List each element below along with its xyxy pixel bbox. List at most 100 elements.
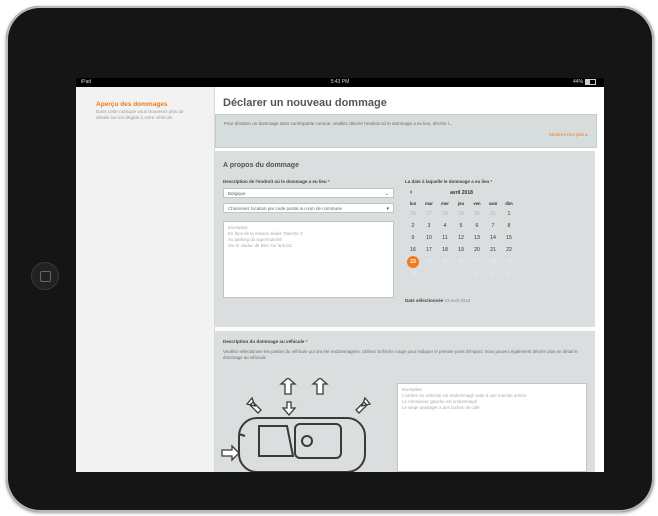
calendar-month: avril 2018	[450, 190, 473, 196]
arrow-up-icon[interactable]	[279, 378, 297, 395]
required-marker: *	[327, 179, 330, 184]
calendar-day[interactable]: 3	[453, 268, 469, 280]
car-body[interactable]	[238, 417, 366, 472]
arrow-right-icon[interactable]	[221, 444, 240, 462]
calendar-day[interactable]: 27	[469, 256, 485, 268]
calendar-day[interactable]: 31	[485, 208, 501, 220]
calendar-day[interactable]: 27	[421, 208, 437, 220]
calendar-day[interactable]: 14	[485, 232, 501, 244]
sidebar-description: Dans cette rubrique vous trouverez plus …	[96, 109, 184, 120]
chevron-down-icon: ⌄	[384, 191, 389, 197]
screen: iPad 5:43 PM 44% Aperçu des dommages Dan…	[76, 78, 604, 472]
calendar-day[interactable]: 13	[469, 232, 485, 244]
calendar-day[interactable]: 4	[469, 268, 485, 280]
calendar-day[interactable]: 29	[501, 256, 517, 268]
calendar-day-selected[interactable]: 23	[405, 256, 421, 268]
show-more-link[interactable]: Montrez-moi plus ▸	[549, 132, 588, 138]
locality-select[interactable]: Choisissez location par code postal ou n…	[223, 203, 394, 213]
calendar-day[interactable]: 12	[453, 232, 469, 244]
calendar-day[interactable]: 28	[437, 208, 453, 220]
calendar-weekday: mer	[441, 201, 449, 206]
calendar-day[interactable]: 4	[437, 220, 453, 232]
selected-day-marker: 23	[407, 256, 419, 268]
car-windshield[interactable]	[258, 425, 295, 457]
vehicle-damage-label: Description du dommage au véhicule *	[223, 339, 308, 344]
calendar-weekday: ven	[473, 201, 481, 206]
intro-panel: Pour déclarer un dommage sans contrepart…	[215, 114, 597, 148]
required-marker: *	[490, 179, 493, 184]
home-button[interactable]	[31, 262, 59, 290]
calendar-day[interactable]: 17	[421, 244, 437, 256]
calendar-week: 23 24 25 26 27 28 29	[405, 256, 518, 268]
calendar-week: 9 10 11 12 13 14 15	[405, 232, 518, 244]
battery-icon	[585, 78, 596, 85]
damage-about-section: A propos du dommage Description de l'end…	[215, 151, 595, 327]
calendar-day[interactable]: 30	[469, 208, 485, 220]
date-label: La date à laquelle le dommage a eu lieu …	[405, 179, 492, 184]
calendar-day[interactable]: 1	[421, 268, 437, 280]
calendar-day[interactable]: 1	[501, 208, 517, 220]
status-time: 5:43 PM	[330, 79, 350, 85]
calendar-weekday: dim	[505, 201, 513, 206]
calendar-day[interactable]: 18	[437, 244, 453, 256]
calendar-day[interactable]: 7	[485, 220, 501, 232]
country-select[interactable]: Belgique ⌄	[223, 188, 394, 198]
calendar-day[interactable]: 2	[405, 220, 421, 232]
battery-status: 44%	[573, 78, 596, 87]
calendar: ‹ avril 2018 lun mar mer jeu ven sam dim 26 27 28…	[405, 188, 518, 293]
sidebar: Aperçu des dommages Dans cette rubrique …	[76, 87, 215, 472]
car-wheel-mark	[301, 435, 313, 447]
location-textarea[interactable]: Exemples: En face de la maison située 'M…	[223, 221, 394, 298]
calendar-day[interactable]: 25	[437, 256, 453, 268]
calendar-day[interactable]: 2	[437, 268, 453, 280]
selected-date: Date sélectionnée 23 avril 2018	[405, 298, 470, 303]
calendar-weekday: mar	[425, 201, 433, 206]
calendar-day[interactable]: 6	[469, 220, 485, 232]
calendar-day[interactable]: 29	[453, 208, 469, 220]
section-title: A propos du dommage	[223, 162, 299, 169]
arrow-up-icon[interactable]	[311, 378, 329, 395]
calendar-day[interactable]: 5	[485, 268, 501, 280]
country-value: Belgique	[228, 191, 246, 196]
calendar-nav: ‹ avril 2018	[405, 188, 518, 198]
battery-percent: 44%	[572, 79, 583, 85]
vehicle-damage-textarea[interactable]: Exemples: L'arrière du véhicule est endo…	[397, 383, 587, 472]
selected-date-label: Date sélectionnée	[405, 298, 444, 303]
locality-value: Choisissez location par code postal ou n…	[228, 206, 343, 211]
calendar-day[interactable]: 22	[501, 244, 517, 256]
calendar-day[interactable]: 11	[437, 232, 453, 244]
calendar-day[interactable]: 3	[421, 220, 437, 232]
calendar-day[interactable]: 24	[421, 256, 437, 268]
calendar-day[interactable]: 16	[405, 244, 421, 256]
calendar-day[interactable]: 20	[469, 244, 485, 256]
arrow-down-icon[interactable]	[281, 401, 297, 416]
calendar-day[interactable]: 19	[453, 244, 469, 256]
intro-text: Pour déclarer un dommage sans contrepart…	[224, 121, 453, 126]
calendar-day[interactable]: 30	[405, 268, 421, 280]
calendar-day[interactable]: 10	[421, 232, 437, 244]
calendar-day[interactable]: 26	[453, 256, 469, 268]
calendar-day[interactable]: 5	[453, 220, 469, 232]
main-content: Déclarer un nouveau dommage Pour déclare…	[215, 87, 604, 472]
selected-date-value: 23 avril 2018	[444, 298, 471, 303]
date-label-text: La date à laquelle le dommage a eu lieu	[405, 179, 490, 184]
vehicle-damage-label-text: Description du dommage au véhicule	[223, 339, 305, 344]
page-title: Déclarer un nouveau dommage	[223, 97, 387, 109]
arrow-diagonal-icon[interactable]	[245, 396, 262, 414]
calendar-week: 26 27 28 29 30 31 1	[405, 208, 518, 220]
ipad-frame: iPad 5:43 PM 44% Aperçu des dommages Dan…	[6, 6, 654, 512]
car-diagram[interactable]	[215, 378, 375, 472]
calendar-day[interactable]: 8	[501, 220, 517, 232]
calendar-day[interactable]: 21	[485, 244, 501, 256]
arrow-diagonal-icon[interactable]	[355, 396, 372, 414]
sidebar-title[interactable]: Aperçu des dommages	[96, 101, 168, 108]
calendar-weekday: sam	[488, 201, 498, 206]
calendar-weekday-row: lun mar mer jeu ven sam dim	[405, 199, 518, 208]
calendar-day[interactable]: 26	[405, 208, 421, 220]
calendar-weekday: lun	[409, 201, 417, 206]
calendar-day[interactable]: 15	[501, 232, 517, 244]
status-bar: iPad 5:43 PM 44%	[76, 78, 604, 87]
calendar-day[interactable]: 9	[405, 232, 421, 244]
calendar-day[interactable]: 6	[501, 268, 517, 280]
calendar-day[interactable]: 28	[485, 256, 501, 268]
